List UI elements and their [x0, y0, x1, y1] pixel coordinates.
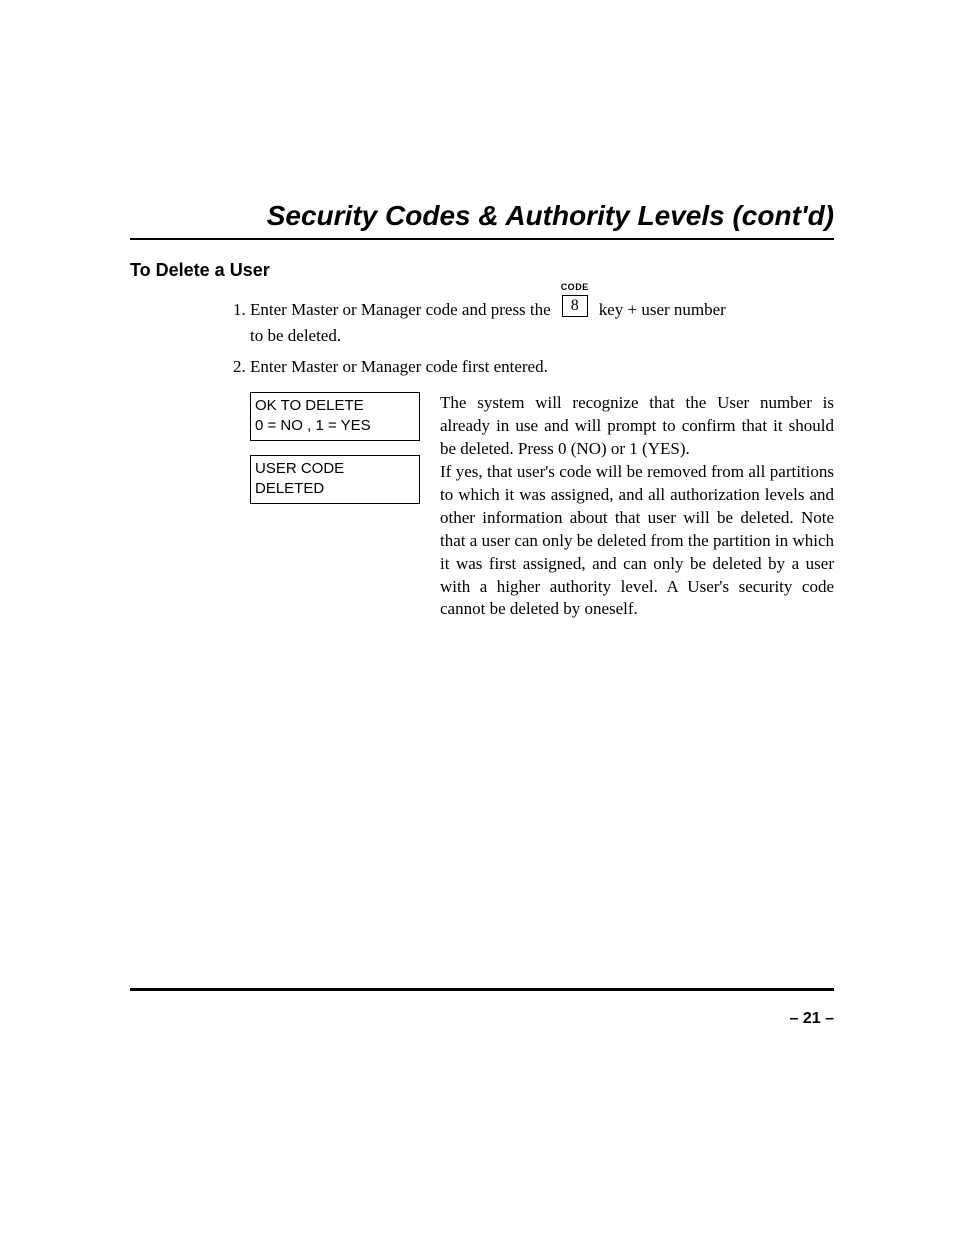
step-1-cont: to be deleted.: [250, 323, 834, 349]
step-1-line: Enter Master or Manager code and press t…: [250, 297, 834, 323]
key-8: 8: [562, 295, 588, 317]
explanation-p2: If yes, that user's code will be removed…: [440, 461, 834, 622]
page-title: Security Codes & Authority Levels (cont'…: [130, 200, 834, 232]
display-line: DELETED: [255, 479, 415, 499]
section-heading: To Delete a User: [130, 260, 834, 281]
display-line: OK TO DELETE: [255, 396, 415, 416]
key-label: CODE: [561, 283, 589, 292]
page: Security Codes & Authority Levels (cont'…: [0, 0, 954, 1235]
title-rule: [130, 238, 834, 240]
display-confirm: OK TO DELETE 0 = NO , 1 = YES: [250, 392, 420, 441]
display-column: OK TO DELETE 0 = NO , 1 = YES USER CODE …: [250, 392, 420, 621]
key-column: CODE 8: [561, 283, 589, 317]
display-line: USER CODE: [255, 459, 415, 479]
page-number: – 21 –: [790, 1010, 834, 1028]
step-1-text-a: Enter Master or Manager code and press t…: [250, 297, 551, 323]
display-deleted: USER CODE DELETED: [250, 455, 420, 504]
step-1: Enter Master or Manager code and press t…: [250, 297, 834, 350]
instruction-list: Enter Master or Manager code and press t…: [250, 297, 834, 380]
explanation-column: The system will recognize that the User …: [440, 392, 834, 621]
display-line: 0 = NO , 1 = YES: [255, 416, 415, 436]
step-2: Enter Master or Manager code first enter…: [250, 354, 834, 380]
footer-rule: [130, 988, 834, 991]
content-row: OK TO DELETE 0 = NO , 1 = YES USER CODE …: [250, 392, 834, 621]
step-1-text-b: key + user number: [599, 297, 726, 323]
explanation-p1: The system will recognize that the User …: [440, 392, 834, 461]
